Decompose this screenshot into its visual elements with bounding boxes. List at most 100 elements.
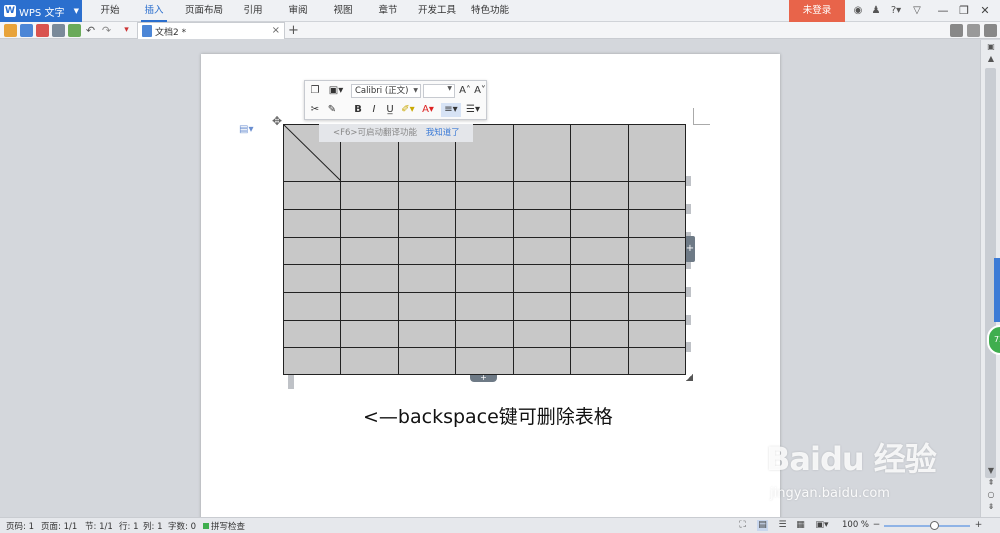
login-button[interactable]: 未登录: [789, 0, 845, 22]
status-pages[interactable]: 页面: 1/1: [41, 520, 77, 532]
table-cell[interactable]: [570, 181, 629, 210]
table-cell[interactable]: [512, 347, 572, 375]
copy-icon[interactable]: ❐: [308, 84, 322, 98]
skin-icon[interactable]: ◉: [851, 4, 865, 18]
table-cell[interactable]: [282, 347, 342, 375]
list-icon[interactable]: ☰▾: [463, 103, 483, 117]
outline-view-icon[interactable]: ☰: [777, 520, 788, 531]
table-cell[interactable]: [282, 292, 342, 321]
table-cell[interactable]: [340, 181, 399, 210]
table-cell[interactable]: [512, 209, 572, 238]
panel-icon[interactable]: [950, 24, 963, 37]
table-cell[interactable]: [627, 209, 687, 238]
table-cell[interactable]: [455, 209, 514, 238]
print-preview-icon[interactable]: [68, 24, 81, 37]
restore-icon[interactable]: ❐: [955, 2, 973, 20]
scroll-down-icon[interactable]: ▼: [985, 466, 997, 475]
side-panel-tab[interactable]: [994, 258, 1000, 322]
table-cell[interactable]: [282, 209, 342, 238]
table-cell[interactable]: [282, 181, 342, 210]
table-cell[interactable]: [340, 320, 399, 348]
zoom-out-icon[interactable]: −: [871, 520, 882, 531]
tab-page-layout[interactable]: 页面布局: [183, 0, 225, 22]
add-column-button[interactable]: +: [685, 236, 695, 262]
table-cell[interactable]: [455, 264, 514, 293]
help-icon[interactable]: ?▾: [886, 4, 906, 18]
shrink-font-icon[interactable]: A˅: [473, 84, 487, 98]
undo-icon[interactable]: ↶: [84, 24, 97, 37]
font-color-icon[interactable]: A▾: [419, 103, 437, 117]
table-cell[interactable]: [340, 292, 399, 321]
scroll-top-icon[interactable]: ▣: [985, 42, 997, 51]
prev-page-icon[interactable]: ⇞: [985, 478, 997, 487]
align-icon[interactable]: ≡▾: [441, 103, 461, 117]
tab-developer[interactable]: 开发工具: [417, 0, 457, 22]
sync-icon[interactable]: ▽: [910, 4, 924, 18]
table-cell[interactable]: [397, 292, 457, 321]
print-icon[interactable]: [52, 24, 65, 37]
zoom-in-icon[interactable]: +: [973, 520, 984, 531]
spell-check-toggle[interactable]: 拼写检查: [203, 520, 245, 532]
status-word-count[interactable]: 字数: 0: [168, 520, 196, 532]
table-cell[interactable]: [512, 237, 572, 265]
font-name-select[interactable]: Calibri (正文) ▼: [351, 84, 421, 98]
table-cell[interactable]: [570, 264, 629, 293]
tab-references[interactable]: 引用: [241, 0, 265, 22]
minimize-icon[interactable]: —: [934, 2, 952, 20]
table-cell[interactable]: [282, 320, 342, 348]
highlight-icon[interactable]: ✐▾: [399, 103, 417, 117]
add-row-button[interactable]: +: [470, 374, 497, 382]
paragraph-doc-icon[interactable]: ▤▾: [239, 124, 253, 135]
table-move-handle-icon[interactable]: ✥: [272, 114, 282, 128]
table-cell[interactable]: [397, 320, 457, 348]
table-cell[interactable]: [570, 237, 629, 265]
table-cell[interactable]: [627, 292, 687, 321]
redo-icon[interactable]: ↷: [100, 24, 113, 37]
close-tab-icon[interactable]: ×: [272, 25, 280, 36]
tab-special[interactable]: 特色功能: [470, 0, 510, 22]
customize-toolbar-icon[interactable]: ▾: [120, 24, 133, 37]
table-cell[interactable]: [512, 124, 572, 182]
table-cell[interactable]: [455, 347, 514, 375]
table[interactable]: [282, 124, 687, 375]
tab-review[interactable]: 审阅: [286, 0, 310, 22]
zoom-slider-knob[interactable]: [930, 521, 939, 530]
tab-start[interactable]: 开始: [98, 0, 122, 22]
tab-document[interactable]: 文档2 * ×: [137, 22, 285, 39]
shirt-icon[interactable]: ♟: [869, 4, 883, 18]
tab-chapter[interactable]: 章节: [376, 0, 400, 22]
app-menu-button[interactable]: W WPS 文字 ▼: [0, 0, 82, 22]
format-painter-icon[interactable]: ✎: [325, 103, 339, 117]
paste-icon[interactable]: ▣▾: [325, 84, 347, 98]
fullscreen-icon[interactable]: ⛶: [737, 520, 748, 531]
table-resize-handle[interactable]: [686, 374, 693, 381]
table-cell[interactable]: [512, 320, 572, 348]
table-cell[interactable]: [627, 237, 687, 265]
cut-icon[interactable]: ✂: [308, 103, 322, 117]
table-cell[interactable]: [282, 237, 342, 265]
scroll-up-icon[interactable]: ▲: [985, 54, 997, 63]
table-grid[interactable]: [282, 124, 687, 375]
reading-mode-icon[interactable]: ▣▾: [813, 520, 831, 531]
table-cell[interactable]: [340, 264, 399, 293]
expand-icon[interactable]: [984, 24, 997, 37]
tab-view[interactable]: 视图: [331, 0, 355, 22]
save-icon[interactable]: [20, 24, 33, 37]
table-cell[interactable]: [570, 209, 629, 238]
hint-dismiss-link[interactable]: 我知道了: [426, 128, 460, 138]
share-icon[interactable]: [967, 24, 980, 37]
open-folder-icon[interactable]: [4, 24, 17, 37]
italic-button[interactable]: I: [367, 103, 381, 117]
table-cell[interactable]: [512, 181, 572, 210]
table-cell[interactable]: [397, 264, 457, 293]
table-cell[interactable]: [570, 124, 629, 182]
table-cell[interactable]: [627, 181, 687, 210]
table-cell[interactable]: [627, 264, 687, 293]
table-cell[interactable]: [570, 292, 629, 321]
next-page-icon[interactable]: ⇟: [985, 502, 997, 511]
new-tab-button[interactable]: +: [288, 22, 299, 39]
table-cell[interactable]: [340, 347, 399, 375]
table-cell[interactable]: [512, 264, 572, 293]
table-cell[interactable]: [627, 124, 687, 182]
table-cell[interactable]: [397, 209, 457, 238]
